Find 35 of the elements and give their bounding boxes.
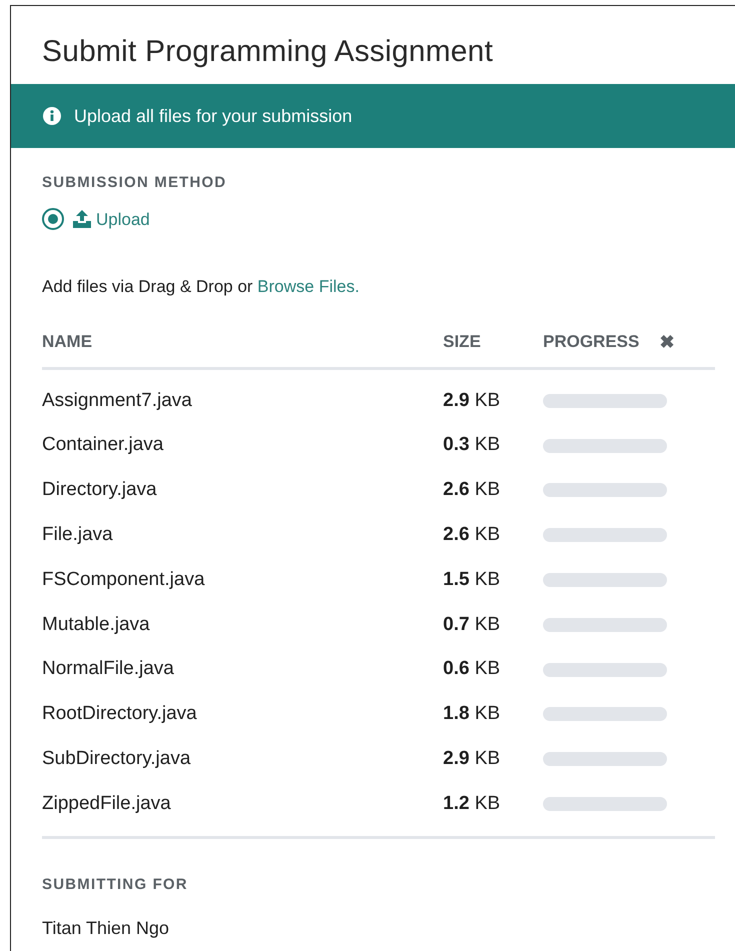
- section-label: SUBMITTING FOR: [42, 875, 189, 896]
- upload-link[interactable]: Upload: [72, 206, 150, 232]
- file-name: NormalFile.java: [42, 657, 175, 682]
- file-name: Mutable.java: [42, 612, 151, 637]
- file-name: Assignment7.java: [42, 388, 193, 413]
- file-size: 2.6 KB: [443, 523, 502, 548]
- dialog-title: Submit Programming Assignment: [41, 34, 494, 70]
- file-size: 2.9 KB: [443, 388, 502, 413]
- column-header: PROGRESS: [543, 331, 640, 354]
- submitter-name: Titan Thien Ngo: [42, 916, 170, 940]
- file-name: SubDirectory.java: [42, 747, 192, 772]
- banner-text: Upload all files for your submission: [74, 104, 352, 128]
- file-name: RootDirectory.java: [42, 702, 198, 726]
- file-name: File.java: [42, 523, 114, 548]
- browse-files-link[interactable]: Browse Files.: [257, 277, 360, 296]
- file-size: 0.3 KB: [443, 433, 502, 458]
- radio-button[interactable]: [42, 208, 64, 230]
- file-name: ZippedFile.java: [42, 792, 172, 816]
- file-size: 2.9 KB: [443, 747, 502, 772]
- upload-icon: [72, 210, 92, 228]
- file-size: 1.8 KB: [443, 702, 502, 726]
- file-name: FSComponent.java: [42, 568, 206, 592]
- file-size: 2.6 KB: [443, 478, 502, 502]
- instruction-text: Add files via Drag & Drop or Browse Files.: [42, 276, 360, 298]
- file-name: Container.java: [42, 433, 164, 458]
- file-name: Directory.java: [42, 478, 158, 502]
- file-size: 1.5 KB: [443, 568, 502, 592]
- section-label: SUBMISSION METHOD: [42, 173, 228, 193]
- file-size: 1.2 KB: [443, 792, 502, 816]
- file-size: 0.7 KB: [443, 612, 502, 637]
- file-size: 0.6 KB: [443, 657, 502, 682]
- column-header: NAME: [42, 331, 94, 354]
- info-icon: [42, 106, 62, 126]
- column-header: SIZE: [443, 331, 482, 354]
- clear-all-button[interactable]: ✖: [659, 328, 674, 356]
